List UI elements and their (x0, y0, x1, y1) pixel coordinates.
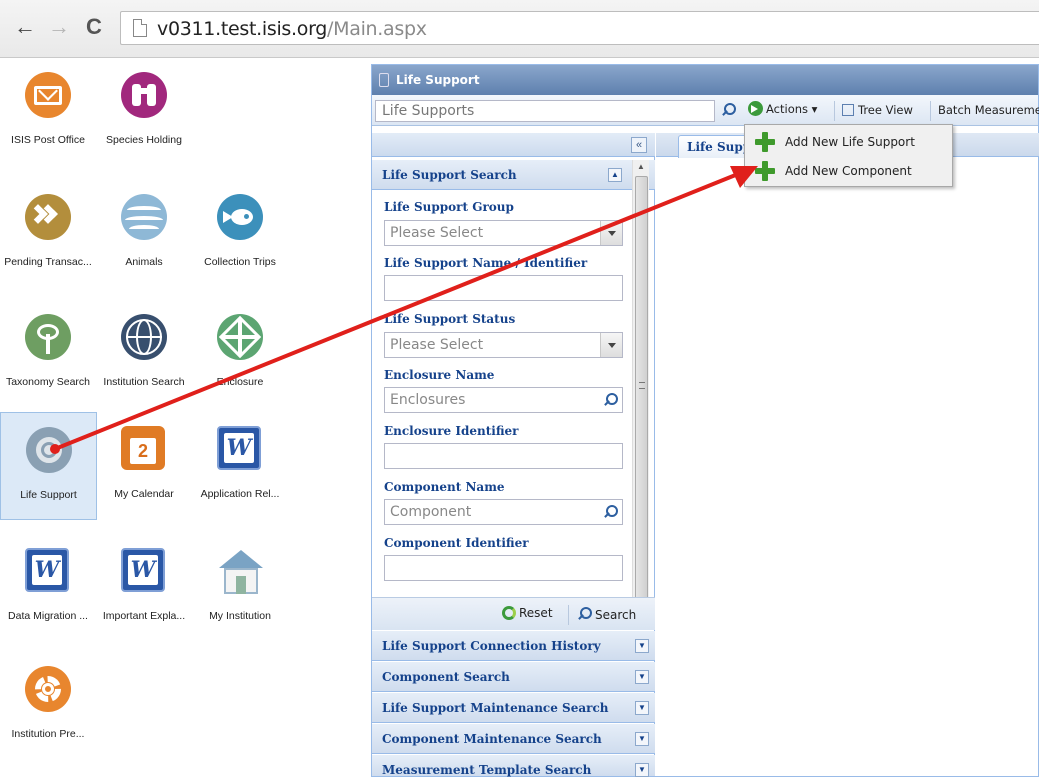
component-identifier-input[interactable] (384, 555, 623, 581)
reset-icon (502, 606, 516, 620)
search-icon[interactable] (602, 392, 618, 408)
desktop-item-institution-search[interactable]: Institution Search (96, 300, 192, 406)
desktop-item-life-support[interactable]: Life Support (0, 412, 97, 520)
life-support-icon (26, 427, 72, 473)
browser-toolbar: ← → C v0311.test.isis.org/Main.aspx (0, 0, 1039, 58)
address-bar[interactable]: v0311.test.isis.org/Main.aspx (120, 11, 1039, 45)
measurement-template-header[interactable]: Measurement Template Search ▼ (372, 755, 655, 777)
forward-arrow-icon[interactable]: → (48, 16, 70, 38)
enclosure-name-label: Enclosure Name (384, 368, 495, 382)
search-icon[interactable] (602, 504, 618, 520)
life-support-search-input[interactable]: Life Supports (375, 100, 715, 122)
desktop-item-post-office[interactable]: ISIS Post Office (0, 58, 96, 164)
panel-collapse-strip: « (372, 133, 655, 157)
collapse-section-icon[interactable]: ▲ (608, 168, 622, 182)
calendar-icon: 2 (121, 426, 167, 472)
component-maintenance-header[interactable]: Component Maintenance Search ▼ (372, 724, 655, 754)
menu-item-add-life-support[interactable]: Add New Life Support (745, 128, 952, 156)
plus-icon (755, 132, 775, 152)
search-icon (576, 606, 592, 622)
page-icon (133, 19, 147, 37)
binoculars-icon (121, 72, 167, 118)
actions-menu: Add New Life Support Add New Component (744, 124, 953, 187)
tree-icon (25, 314, 71, 360)
desktop-item-taxonomy-search[interactable]: Taxonomy Search (0, 300, 96, 406)
panel-scrollbar[interactable]: ▲ (632, 160, 649, 620)
desktop-item-application-release[interactable]: W Application Rel... (192, 412, 288, 518)
desktop-item-pending-transactions[interactable]: Pending Transac... (0, 180, 96, 286)
expand-section-icon[interactable]: ▼ (635, 763, 649, 777)
word-doc-icon: W (217, 426, 263, 472)
status-label: Life Support Status (384, 312, 516, 326)
enclosure-name-input[interactable]: Enclosures (384, 387, 623, 413)
search-button[interactable]: Search (576, 606, 636, 622)
desktop-item-important-explanation[interactable]: W Important Expla... (96, 534, 192, 640)
reload-icon[interactable]: C (86, 16, 102, 38)
desktop-item-my-institution[interactable]: My Institution (192, 534, 288, 640)
actions-button[interactable]: Actions ▾ (748, 101, 817, 116)
plus-icon (755, 161, 775, 181)
component-name-label: Component Name (384, 480, 505, 494)
component-search-header[interactable]: Component Search ▼ (372, 662, 655, 692)
url-text[interactable]: v0311.test.isis.org/Main.aspx (157, 18, 427, 40)
desktop-item-animals[interactable]: Animals (96, 180, 192, 286)
life-support-name-input[interactable] (384, 275, 623, 301)
connection-history-header[interactable]: Life Support Connection History ▼ (372, 631, 655, 661)
desktop-item-species-holding[interactable]: Species Holding (96, 58, 192, 164)
tree-view-button[interactable]: Tree View (842, 103, 913, 117)
scroll-thumb[interactable] (635, 176, 648, 616)
window-toolbar: Life Supports Actions ▾ Tree View Batch … (372, 95, 1039, 126)
gear-icon (25, 666, 71, 712)
dropdown-arrow-icon[interactable] (600, 333, 622, 357)
collapse-panel-button[interactable]: « (631, 137, 647, 153)
back-arrow-icon[interactable]: ← (14, 16, 36, 38)
life-support-search-header[interactable]: Life Support Search ▲ (372, 160, 655, 190)
tree-view-icon (842, 104, 854, 116)
word-doc-icon: W (121, 548, 167, 594)
expand-section-icon[interactable]: ▼ (635, 732, 649, 746)
window-title: Life Support (396, 73, 480, 87)
toolbar-separator (834, 101, 835, 121)
enclosure-icon (217, 314, 263, 360)
scroll-up-arrow-icon[interactable]: ▲ (633, 160, 649, 174)
name-label: Life Support Name / Identifier (384, 256, 588, 270)
search-icon[interactable] (720, 102, 736, 118)
component-identifier-label: Component Identifier (384, 536, 529, 550)
toolbar-separator (930, 101, 931, 121)
fish-icon (217, 194, 263, 240)
animals-icon (121, 194, 167, 240)
envelope-icon (25, 72, 71, 118)
component-name-input[interactable]: Component (384, 499, 623, 525)
double-chevron-icon (25, 194, 71, 240)
expand-section-icon[interactable]: ▼ (635, 639, 649, 653)
desktop: ISIS Post Office Species Holding Pending… (0, 58, 370, 777)
life-support-group-select[interactable]: Please Select (384, 220, 623, 246)
dropdown-arrow-icon[interactable] (600, 221, 622, 245)
maintenance-search-header[interactable]: Life Support Maintenance Search ▼ (372, 693, 655, 723)
group-label: Life Support Group (384, 200, 514, 214)
button-separator (568, 605, 569, 625)
enclosure-identifier-label: Enclosure Identifier (384, 424, 519, 438)
window-titlebar[interactable]: Life Support (372, 65, 1038, 95)
go-arrow-icon (748, 101, 763, 116)
globe-icon (121, 314, 167, 360)
desktop-item-my-calendar[interactable]: 2 My Calendar (96, 412, 192, 518)
life-support-status-select[interactable]: Please Select (384, 332, 623, 358)
enclosure-identifier-input[interactable] (384, 443, 623, 469)
search-button-bar: Reset Search (372, 597, 655, 630)
batch-measurement-button[interactable]: Batch Measuremen (938, 103, 1039, 117)
desktop-item-institution-preferences[interactable]: Institution Pre... (0, 652, 96, 758)
menu-item-add-component[interactable]: Add New Component (745, 157, 952, 185)
reset-button[interactable]: Reset (502, 606, 553, 620)
expand-section-icon[interactable]: ▼ (635, 701, 649, 715)
window-icon (379, 73, 389, 87)
desktop-item-collection-trips[interactable]: Collection Trips (192, 180, 288, 286)
desktop-item-enclosure[interactable]: Enclosure (192, 300, 288, 406)
house-icon (217, 548, 263, 594)
search-panel: « Life Support Search ▲ Life Support Gro… (372, 133, 655, 777)
expand-section-icon[interactable]: ▼ (635, 670, 649, 684)
word-doc-icon: W (25, 548, 71, 594)
desktop-item-data-migration[interactable]: W Data Migration ... (0, 534, 96, 640)
